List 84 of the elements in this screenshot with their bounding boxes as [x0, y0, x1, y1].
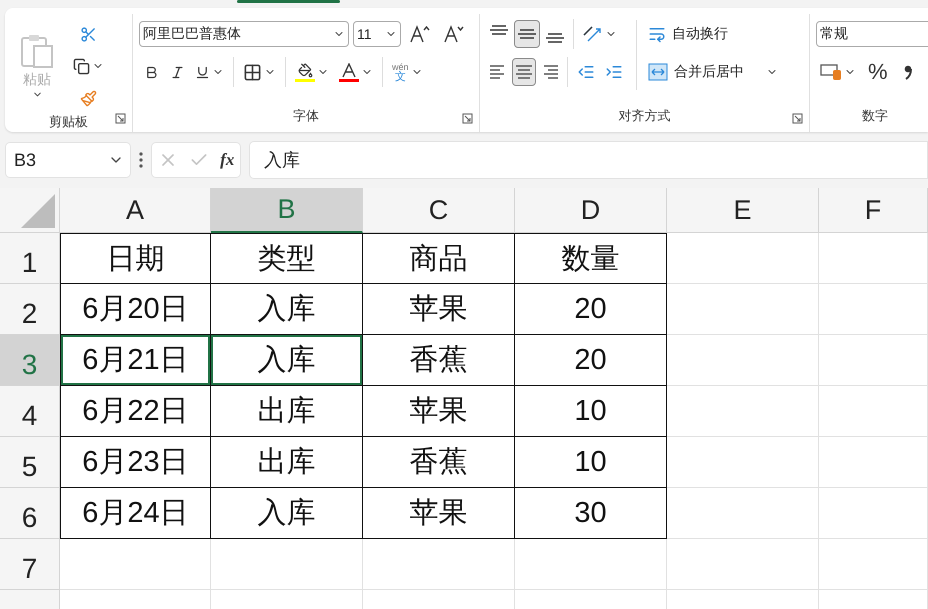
corner-triangle-icon [21, 194, 55, 228]
currency-icon [820, 64, 842, 80]
letter-a-icon [342, 62, 356, 78]
vertical-align-button[interactable] [514, 20, 540, 48]
row-header[interactable]: 3 [0, 335, 60, 386]
scissors-icon [80, 26, 97, 42]
column-header[interactable]: D [515, 188, 667, 233]
font-color-bar [339, 78, 359, 82]
paint-bucket-icon [298, 62, 312, 78]
dialog-launcher-icon[interactable] [462, 113, 473, 124]
table-cell: 6月21日 [60, 335, 211, 386]
group-label: 数字 [862, 107, 888, 125]
row-header[interactable]: 6 [0, 488, 60, 539]
align-bottom-icon [546, 33, 564, 43]
table-cell: 6月24日 [60, 488, 211, 539]
indent-decrease-icon [577, 63, 595, 81]
table-cell: 20 [515, 335, 667, 386]
comma-icon [904, 63, 912, 81]
merge-center-button[interactable]: 合并后居中 [646, 58, 780, 86]
row-header[interactable]: 7 [0, 539, 60, 590]
table-cell: 商品 [363, 233, 515, 284]
angled-text-icon [583, 26, 603, 42]
table-cell: 苹果 [363, 386, 515, 437]
row-header[interactable]: 2 [0, 284, 60, 335]
dialog-launcher-icon[interactable] [115, 113, 126, 124]
align-left-icon [490, 65, 506, 79]
more-dots-icon [139, 152, 143, 168]
horizontal-align-button[interactable] [512, 58, 536, 86]
number-format-select[interactable]: 常规 [816, 21, 928, 47]
font-shrink-icon [443, 24, 465, 44]
table-cell: 数量 [515, 233, 667, 284]
dialog-launcher-icon[interactable] [792, 113, 803, 124]
column-header[interactable]: B [211, 188, 363, 233]
column-header[interactable]: E [667, 188, 819, 233]
table-cell: 香蕉 [363, 437, 515, 488]
merge-cells-icon [648, 63, 668, 81]
underline-icon [195, 64, 210, 80]
italic-icon [170, 64, 184, 80]
indent-increase-icon [605, 63, 623, 81]
insert-function-button[interactable]: fx [220, 150, 234, 170]
table-cell: 入库 [211, 335, 363, 386]
font-grow-icon [409, 24, 431, 44]
table-cell: 类型 [211, 233, 363, 284]
group-label: 对齐方式 [618, 107, 670, 125]
align-right-icon [542, 65, 558, 79]
clipboard-icon [20, 32, 54, 68]
table-cell: 香蕉 [363, 335, 515, 386]
row-header[interactable]: 1 [0, 233, 60, 284]
paintbrush-icon [80, 90, 97, 106]
table-cell: 苹果 [363, 284, 515, 335]
wrap-text-button[interactable]: 自动换行 [646, 20, 780, 48]
table-cell: 出库 [211, 386, 363, 437]
table-cell: 苹果 [363, 488, 515, 539]
row-header[interactable]: 5 [0, 437, 60, 488]
table-cell: 10 [515, 386, 667, 437]
column-header[interactable]: C [363, 188, 515, 233]
table-cell: 出库 [211, 437, 363, 488]
group-label: 剪贴板 [49, 113, 88, 131]
font-name-select[interactable]: 阿里巴巴普惠体 [139, 21, 349, 47]
copy-icon [73, 58, 90, 74]
column-header[interactable]: A [60, 188, 211, 233]
percent-button[interactable]: % [864, 58, 892, 86]
table-cell: 20 [515, 284, 667, 335]
align-middle-icon [518, 29, 536, 39]
name-box[interactable]: B3 [5, 142, 131, 178]
table-cell: 6月23日 [60, 437, 211, 488]
table-cell: 30 [515, 488, 667, 539]
align-top-icon [490, 25, 508, 35]
group-label: 字体 [293, 107, 319, 125]
column-header[interactable]: F [819, 188, 928, 233]
table-cell: 入库 [211, 488, 363, 539]
wrap-text-icon [648, 25, 666, 43]
align-center-icon [516, 65, 532, 79]
phonetic-button[interactable]: wén 文 [388, 58, 427, 86]
table-cell: 入库 [211, 284, 363, 335]
fill-color-bar [295, 78, 315, 82]
row-header[interactable]: 4 [0, 386, 60, 437]
borders-icon [243, 62, 262, 82]
table-cell: 10 [515, 437, 667, 488]
formula-input[interactable]: 入库 [249, 141, 928, 179]
table-cell: 日期 [60, 233, 211, 284]
font-size-select[interactable]: 11 [353, 21, 401, 47]
table-cell: 6月22日 [60, 386, 211, 437]
table-cell: 6月20日 [60, 284, 211, 335]
